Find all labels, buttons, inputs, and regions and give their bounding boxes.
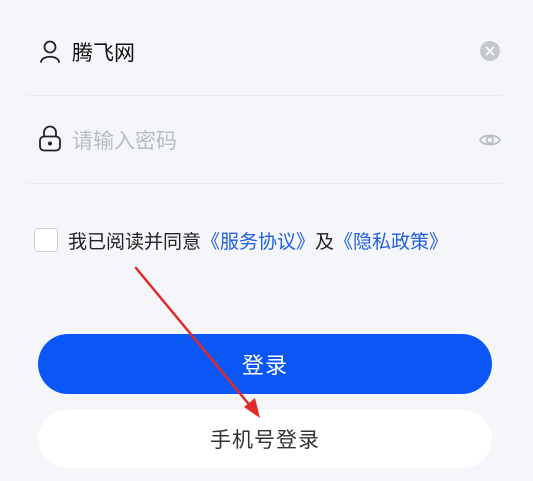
privacy-policy-link[interactable]: 《隐私政策》: [334, 231, 448, 253]
agreement-text: 我已阅读并同意《服务协议》及《隐私政策》: [68, 227, 448, 254]
login-button[interactable]: 登录: [38, 334, 492, 394]
divider: [28, 183, 502, 184]
service-agreement-link[interactable]: 《服务协议》: [201, 231, 315, 253]
agreement-row: 我已阅读并同意《服务协议》及《隐私政策》: [34, 226, 448, 254]
password-input[interactable]: 请输入密码: [72, 127, 177, 155]
clear-icon[interactable]: [480, 41, 500, 61]
agreement-prefix: 我已阅读并同意: [68, 230, 202, 253]
eye-icon[interactable]: [478, 128, 502, 152]
user-icon: [40, 40, 60, 63]
lock-icon: [39, 125, 61, 152]
agreement-conjunction: 及: [315, 230, 335, 253]
username-value[interactable]: 腾飞网: [72, 39, 135, 67]
phone-login-button[interactable]: 手机号登录: [38, 410, 492, 468]
username-row[interactable]: 腾飞网: [28, 8, 502, 96]
agreement-checkbox[interactable]: [34, 228, 58, 252]
password-row[interactable]: 请输入密码: [28, 96, 502, 184]
